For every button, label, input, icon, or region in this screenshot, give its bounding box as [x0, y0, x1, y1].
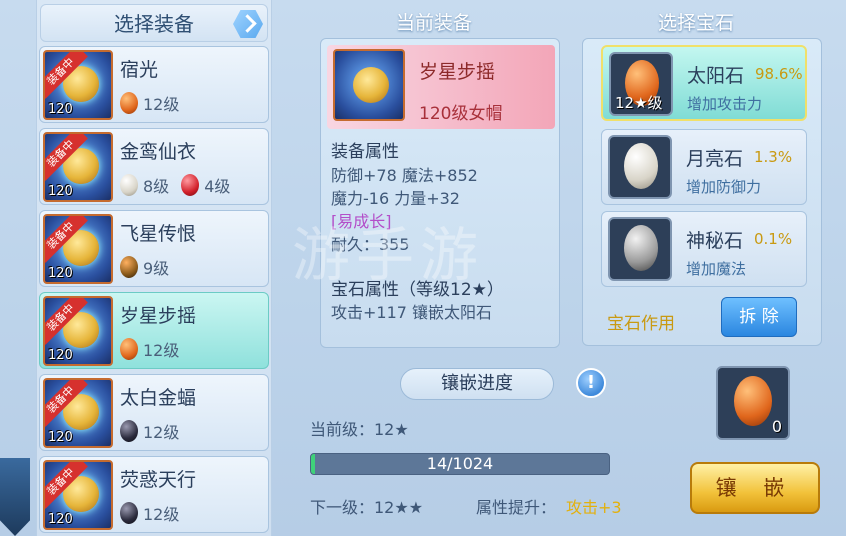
mystic-stone-icon: [624, 225, 658, 271]
sun-stone-icon: [120, 338, 138, 360]
gem-summary: 9级: [120, 255, 181, 279]
equipment-thumbnail: 装备中 120: [43, 214, 113, 284]
decorative-flag: [0, 458, 30, 536]
help-icon[interactable]: !: [576, 368, 606, 398]
current-level-label: 当前级：12★: [310, 420, 409, 439]
gem-percentage: 1.3%: [754, 148, 793, 166]
equipment-header: 岁星步摇 120级女帽: [327, 45, 555, 129]
equipment-list-header: 选择装备: [40, 4, 268, 42]
equipment-name: 岁星步摇: [419, 61, 496, 83]
gem-level: 9级: [143, 259, 170, 278]
gem-description: 增加防御力: [686, 178, 762, 196]
gem-count: 0: [771, 417, 782, 436]
equipment-name: 飞星传恨: [120, 223, 197, 245]
collapse-arrow-icon[interactable]: [233, 10, 263, 38]
inlay-progress-title: 镶嵌进度: [400, 368, 554, 400]
equipment-thumbnail: [333, 49, 405, 121]
moon-stone-icon: [624, 143, 658, 189]
equipment-level: 120: [48, 512, 73, 527]
gem-slot: [608, 217, 672, 281]
gem-level: 12级: [143, 505, 180, 524]
gem-percentage: 98.6%: [755, 65, 803, 83]
gem-selection-panel: 12★级 太阳石 98.6% 增加攻击力 月亮石 1.3% 增加防御力 神秘石 …: [582, 38, 822, 346]
equipment-name: 太白金蝠: [120, 387, 197, 409]
gem-summary: 12级: [120, 337, 191, 361]
gem-summary: 8级 4级: [120, 173, 242, 197]
gem-attribute-line: 攻击+117 镶嵌太阳石: [331, 303, 493, 322]
gem-description: 增加攻击力: [687, 95, 763, 113]
gem-summary: 12级: [120, 419, 191, 443]
equipment-item-selected[interactable]: 装备中 120 岁星步摇 12级: [39, 292, 269, 369]
gem-option[interactable]: 神秘石 0.1% 增加魔法: [601, 211, 807, 287]
gem-summary: 12级: [120, 91, 191, 115]
gem-name: 太阳石: [687, 65, 745, 87]
dark-stone-icon: [120, 420, 138, 442]
gem-inlay-slot[interactable]: 0: [716, 366, 790, 440]
equipment-level: 120: [48, 266, 73, 281]
equipment-level: 120: [48, 348, 73, 363]
equipment-thumbnail: 装备中 120: [43, 132, 113, 202]
gem-level: 12级: [143, 95, 180, 114]
inlay-button[interactable]: 镶 嵌: [690, 462, 820, 514]
equipment-item[interactable]: 装备中 120 荧惑天行 12级: [39, 456, 269, 533]
gem-slot: [608, 135, 672, 199]
attribute-title: 装备属性: [331, 142, 399, 162]
equipment-item[interactable]: 装备中 120 太白金蝠 12级: [39, 374, 269, 451]
ruby-icon: [181, 174, 200, 196]
equipment-thumbnail: 装备中 120: [43, 460, 113, 530]
gem-description: 增加魔法: [686, 260, 747, 278]
progress-label: 14/1024: [426, 454, 494, 473]
gem-level: 4级: [204, 177, 231, 196]
remove-gem-button[interactable]: 拆 除: [721, 297, 797, 337]
equipment-name: 岁星步摇: [120, 305, 197, 327]
equipment-type: 120级女帽: [419, 104, 503, 124]
equipment-level: 120: [48, 430, 73, 445]
inlay-progress-bar: 14/1024: [310, 453, 610, 475]
dark-stone-icon: [120, 502, 138, 524]
gem-level: 12级: [143, 341, 180, 360]
equipment-thumbnail: 装备中 120: [43, 50, 113, 120]
gem-effect-label[interactable]: 宝石作用: [607, 309, 675, 334]
equipment-thumbnail: 装备中 120: [43, 296, 113, 366]
gem-level: 8级: [143, 177, 170, 196]
attribute-line: 魔力-16 力量+32: [331, 189, 460, 208]
current-equipment-title: 当前装备: [396, 12, 473, 34]
equipment-item[interactable]: 装备中 120 金鸾仙衣 8级 4级: [39, 128, 269, 205]
equipment-list-title: 选择装备: [114, 12, 194, 36]
next-level-label: 下一级：12★★: [310, 498, 424, 517]
equipment-item[interactable]: 装备中 120 宿光 12级: [39, 46, 269, 123]
watermark: 游手游: [292, 221, 485, 289]
gem-name: 月亮石: [686, 148, 744, 170]
gem-percentage: 0.1%: [754, 230, 793, 248]
gem-summary: 12级: [120, 501, 191, 525]
gem-level: 12级: [143, 423, 180, 442]
attribute-gain-value: 攻击+3: [566, 498, 622, 517]
gem-level-badge: 12★级: [615, 94, 663, 112]
sun-stone-icon: [120, 92, 138, 114]
equipment-name: 宿光: [120, 59, 159, 81]
gem-pair-icon: [120, 256, 138, 278]
hairpin-icon: [353, 67, 389, 103]
equipment-level: 120: [48, 102, 73, 117]
equipment-thumbnail: 装备中 120: [43, 378, 113, 448]
gem-option-selected[interactable]: 12★级 太阳石 98.6% 增加攻击力: [601, 45, 807, 121]
sun-stone-icon: [734, 376, 772, 426]
gem-name: 神秘石: [686, 230, 744, 252]
gem-slot: 12★级: [609, 52, 673, 116]
select-gem-title: 选择宝石: [658, 12, 735, 34]
current-equipment-card: 岁星步摇 120级女帽 装备属性 防御+78 魔法+852 魔力-16 力量+3…: [320, 38, 560, 348]
equipment-name: 金鸾仙衣: [120, 141, 197, 163]
equipment-item[interactable]: 装备中 120 飞星传恨 9级: [39, 210, 269, 287]
moon-stone-icon: [120, 174, 138, 196]
attribute-gain-label: 属性提升：: [476, 498, 557, 517]
equipment-name: 荧惑天行: [120, 469, 197, 491]
equipment-level: 120: [48, 184, 73, 199]
attribute-line: 防御+78 魔法+852: [331, 166, 478, 185]
gem-option[interactable]: 月亮石 1.3% 增加防御力: [601, 129, 807, 205]
